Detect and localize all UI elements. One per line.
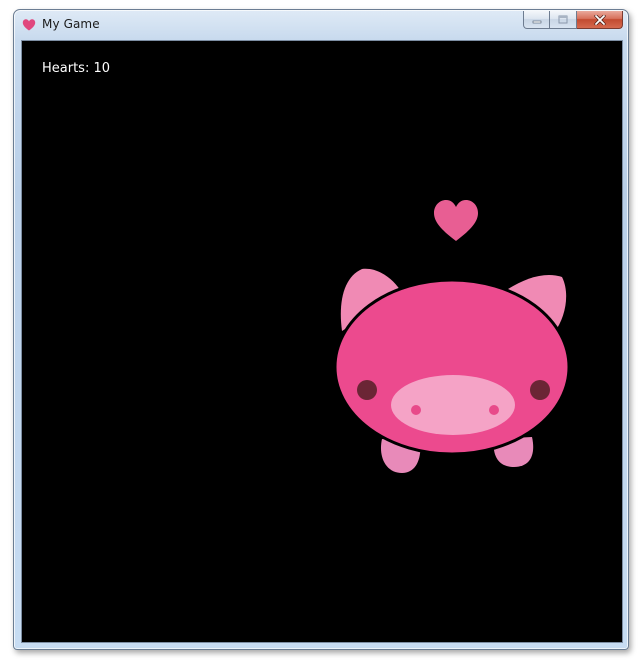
window-title: My Game <box>42 17 100 31</box>
pig-sprite <box>333 268 571 473</box>
caption-buttons <box>523 11 623 30</box>
heart-icon <box>22 19 36 31</box>
close-icon <box>593 14 606 25</box>
game-scene <box>333 200 571 473</box>
pig-left-nostril <box>411 405 421 415</box>
maximize-icon <box>558 15 568 24</box>
pig-left-eye <box>357 380 377 400</box>
minimize-icon <box>532 20 541 23</box>
maximize-button[interactable] <box>550 11 577 29</box>
pig-snout <box>391 375 515 435</box>
pig-right-eye <box>530 380 550 400</box>
heart-pickup <box>434 200 478 241</box>
pig-right-nostril <box>489 405 499 415</box>
title-bar[interactable]: My Game <box>14 10 628 40</box>
minimize-button[interactable] <box>523 11 550 29</box>
game-window: My Game Hearts: 10 <box>13 9 629 650</box>
game-canvas[interactable]: Hearts: 10 <box>21 40 623 643</box>
close-button[interactable] <box>577 11 623 29</box>
